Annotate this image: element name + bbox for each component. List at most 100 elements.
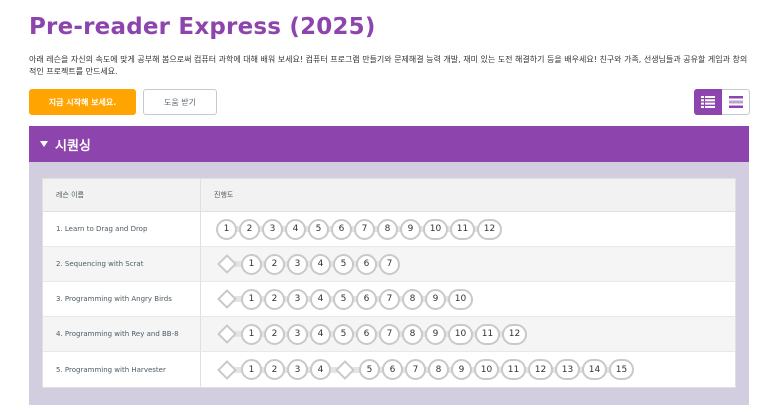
level-diamond[interactable] (216, 288, 238, 310)
detail-view-button[interactable] (694, 89, 722, 115)
level-bubble[interactable]: 11 (501, 359, 526, 380)
lesson-name-link[interactable]: 3. Programming with Angry Birds (43, 282, 201, 316)
lesson-progress: 1234567 (201, 247, 735, 281)
level-bubble[interactable]: 13 (555, 359, 580, 380)
progress-bubbles: 1 2 3 4 5 6 7 8 9 10 11 12 (201, 317, 530, 351)
level-bubble[interactable]: 6 (382, 359, 403, 380)
level-bubble[interactable]: 3 (287, 359, 308, 380)
progress-bubbles: 1 2 3 4 5 6 7 8 9 10 11 12 13 14 15 (201, 352, 637, 387)
lesson-name-link[interactable]: 1. Learn to Drag and Drop (43, 212, 201, 246)
level-bubble[interactable]: 1 (216, 218, 237, 240)
level-bubble[interactable]: 1 (241, 253, 262, 275)
level-diamond[interactable] (216, 359, 238, 381)
progress-bubbles: 1 2 3 4 5 6 7 8 9 10 (201, 282, 476, 316)
table-row: 2. Sequencing with Scrat 1 2 3 4 5 6 7 (43, 247, 735, 282)
level-bubble[interactable]: 3 (262, 218, 283, 240)
summary-view-button[interactable] (722, 89, 750, 115)
level-bubble[interactable]: 2 (264, 323, 285, 345)
level-bubble[interactable]: 14 (582, 359, 607, 380)
level-bubble[interactable]: 6 (356, 288, 377, 310)
page-title: Pre-reader Express (2025) (29, 14, 376, 40)
level-bubble[interactable]: 7 (379, 323, 400, 345)
list-detail-icon (701, 96, 715, 108)
level-bubble[interactable]: 4 (310, 359, 331, 380)
lesson-progress: 1 2 3 4 5 6 7 8 9 10 11 12 (201, 317, 735, 351)
diamond-icon (217, 324, 237, 344)
level-bubble[interactable]: 5 (333, 288, 354, 310)
level-bubble[interactable]: 1 (241, 359, 262, 380)
level-bubble[interactable]: 9 (425, 323, 446, 345)
level-bubble[interactable]: 5 (333, 323, 354, 345)
level-bubble[interactable]: 7 (405, 359, 426, 380)
level-bubble[interactable]: 9 (400, 218, 421, 240)
diamond-icon (217, 359, 237, 380)
level-bubble[interactable]: 5 (333, 253, 354, 275)
level-bubble[interactable]: 8 (402, 323, 423, 345)
level-bubble[interactable]: 9 (425, 288, 446, 310)
table-header: 레슨 이름 진행도 (43, 179, 735, 212)
level-bubble[interactable]: 2 (264, 359, 285, 380)
level-bubble[interactable]: 12 (502, 323, 527, 345)
level-bubble[interactable]: 1 (241, 323, 262, 345)
level-bubble[interactable]: 6 (356, 323, 377, 345)
header-lesson-name: 레슨 이름 (43, 179, 201, 211)
help-button[interactable]: 도움 받기 (143, 89, 217, 115)
progress-bubbles: 1 2 3 4 5 6 7 8 9 10 11 12 (201, 212, 505, 246)
level-bubble[interactable]: 3 (287, 323, 308, 345)
level-bubble[interactable]: 5 (308, 218, 329, 240)
level-bubble[interactable]: 1 (241, 288, 262, 310)
level-bubble[interactable]: 4 (310, 253, 331, 275)
progress-bubbles: 1234567 (201, 247, 403, 281)
caret-down-icon[interactable] (40, 141, 48, 147)
list-summary-icon (728, 96, 743, 108)
level-bubble[interactable]: 4 (285, 218, 306, 240)
level-bubble[interactable]: 3 (287, 288, 308, 310)
diamond-icon (217, 289, 237, 309)
level-bubble[interactable]: 4 (310, 288, 331, 310)
level-bubble[interactable]: 9 (451, 359, 472, 380)
level-bubble[interactable]: 8 (428, 359, 449, 380)
lesson-name-link[interactable]: 4. Programming with Rey and BB-8 (43, 317, 201, 351)
level-bubble[interactable]: 2 (264, 253, 285, 275)
table-row: 3. Programming with Angry Birds 1 2 3 4 5 6 7 8 9… (43, 282, 735, 317)
section-header[interactable]: 시퀀싱 (29, 126, 749, 162)
level-bubble[interactable]: 7 (379, 288, 400, 310)
page-description: 아래 레슨을 자신의 속도에 맞게 공부해 봄으로써 컴퓨터 과학에 대해 배워… (29, 55, 748, 76)
level-diamond[interactable] (334, 359, 356, 381)
level-bubble[interactable]: 8 (377, 218, 398, 240)
level-bubble[interactable]: 10 (474, 359, 499, 380)
sequencing-section: 시퀀싱 레슨 이름 진행도 1. Learn to Drag and Drop 1… (29, 126, 749, 405)
diamond-icon (217, 254, 237, 274)
level-bubble[interactable]: 10 (423, 218, 448, 240)
level-bubble[interactable]: 4 (310, 323, 331, 345)
level-bubble[interactable]: 3 (287, 253, 308, 275)
view-toggle (694, 89, 750, 115)
table-row: 5. Programming with Harvester 1 2 3 4 5 6 7 8 9 10… (43, 352, 735, 387)
start-button[interactable]: 지금 시작해 보세요. (29, 89, 136, 115)
level-diamond[interactable] (216, 253, 238, 275)
level-bubble[interactable]: 11 (450, 218, 475, 240)
lesson-progress: 1 2 3 4 5 6 7 8 9 10 11 12 (201, 212, 735, 246)
level-bubble[interactable]: 10 (448, 323, 473, 345)
level-bubble[interactable]: 12 (477, 218, 502, 240)
level-diamond[interactable] (216, 323, 238, 345)
level-bubble[interactable]: 12 (528, 359, 553, 380)
diamond-icon (335, 359, 355, 380)
level-bubble[interactable]: 2 (264, 288, 285, 310)
level-bubble[interactable]: 2 (239, 218, 260, 240)
lesson-progress: 1 2 3 4 5 6 7 8 9 10 11 12 13 14 15 (201, 352, 735, 387)
level-bubble[interactable]: 7 (354, 218, 375, 240)
level-bubble[interactable]: 7 (379, 253, 400, 275)
level-bubble[interactable]: 15 (609, 359, 634, 380)
level-bubble[interactable]: 6 (356, 253, 377, 275)
level-bubble[interactable]: 11 (475, 323, 500, 345)
level-bubble[interactable]: 10 (448, 288, 473, 310)
section-title: 시퀀싱 (55, 138, 91, 154)
level-bubble[interactable]: 6 (331, 218, 352, 240)
lesson-progress: 1 2 3 4 5 6 7 8 9 10 (201, 282, 735, 316)
lesson-name-link[interactable]: 2. Sequencing with Scrat (43, 247, 201, 281)
lesson-name-link[interactable]: 5. Programming with Harvester (43, 352, 201, 387)
level-bubble[interactable]: 8 (402, 288, 423, 310)
header-progress: 진행도 (214, 191, 234, 199)
level-bubble[interactable]: 5 (359, 359, 380, 380)
